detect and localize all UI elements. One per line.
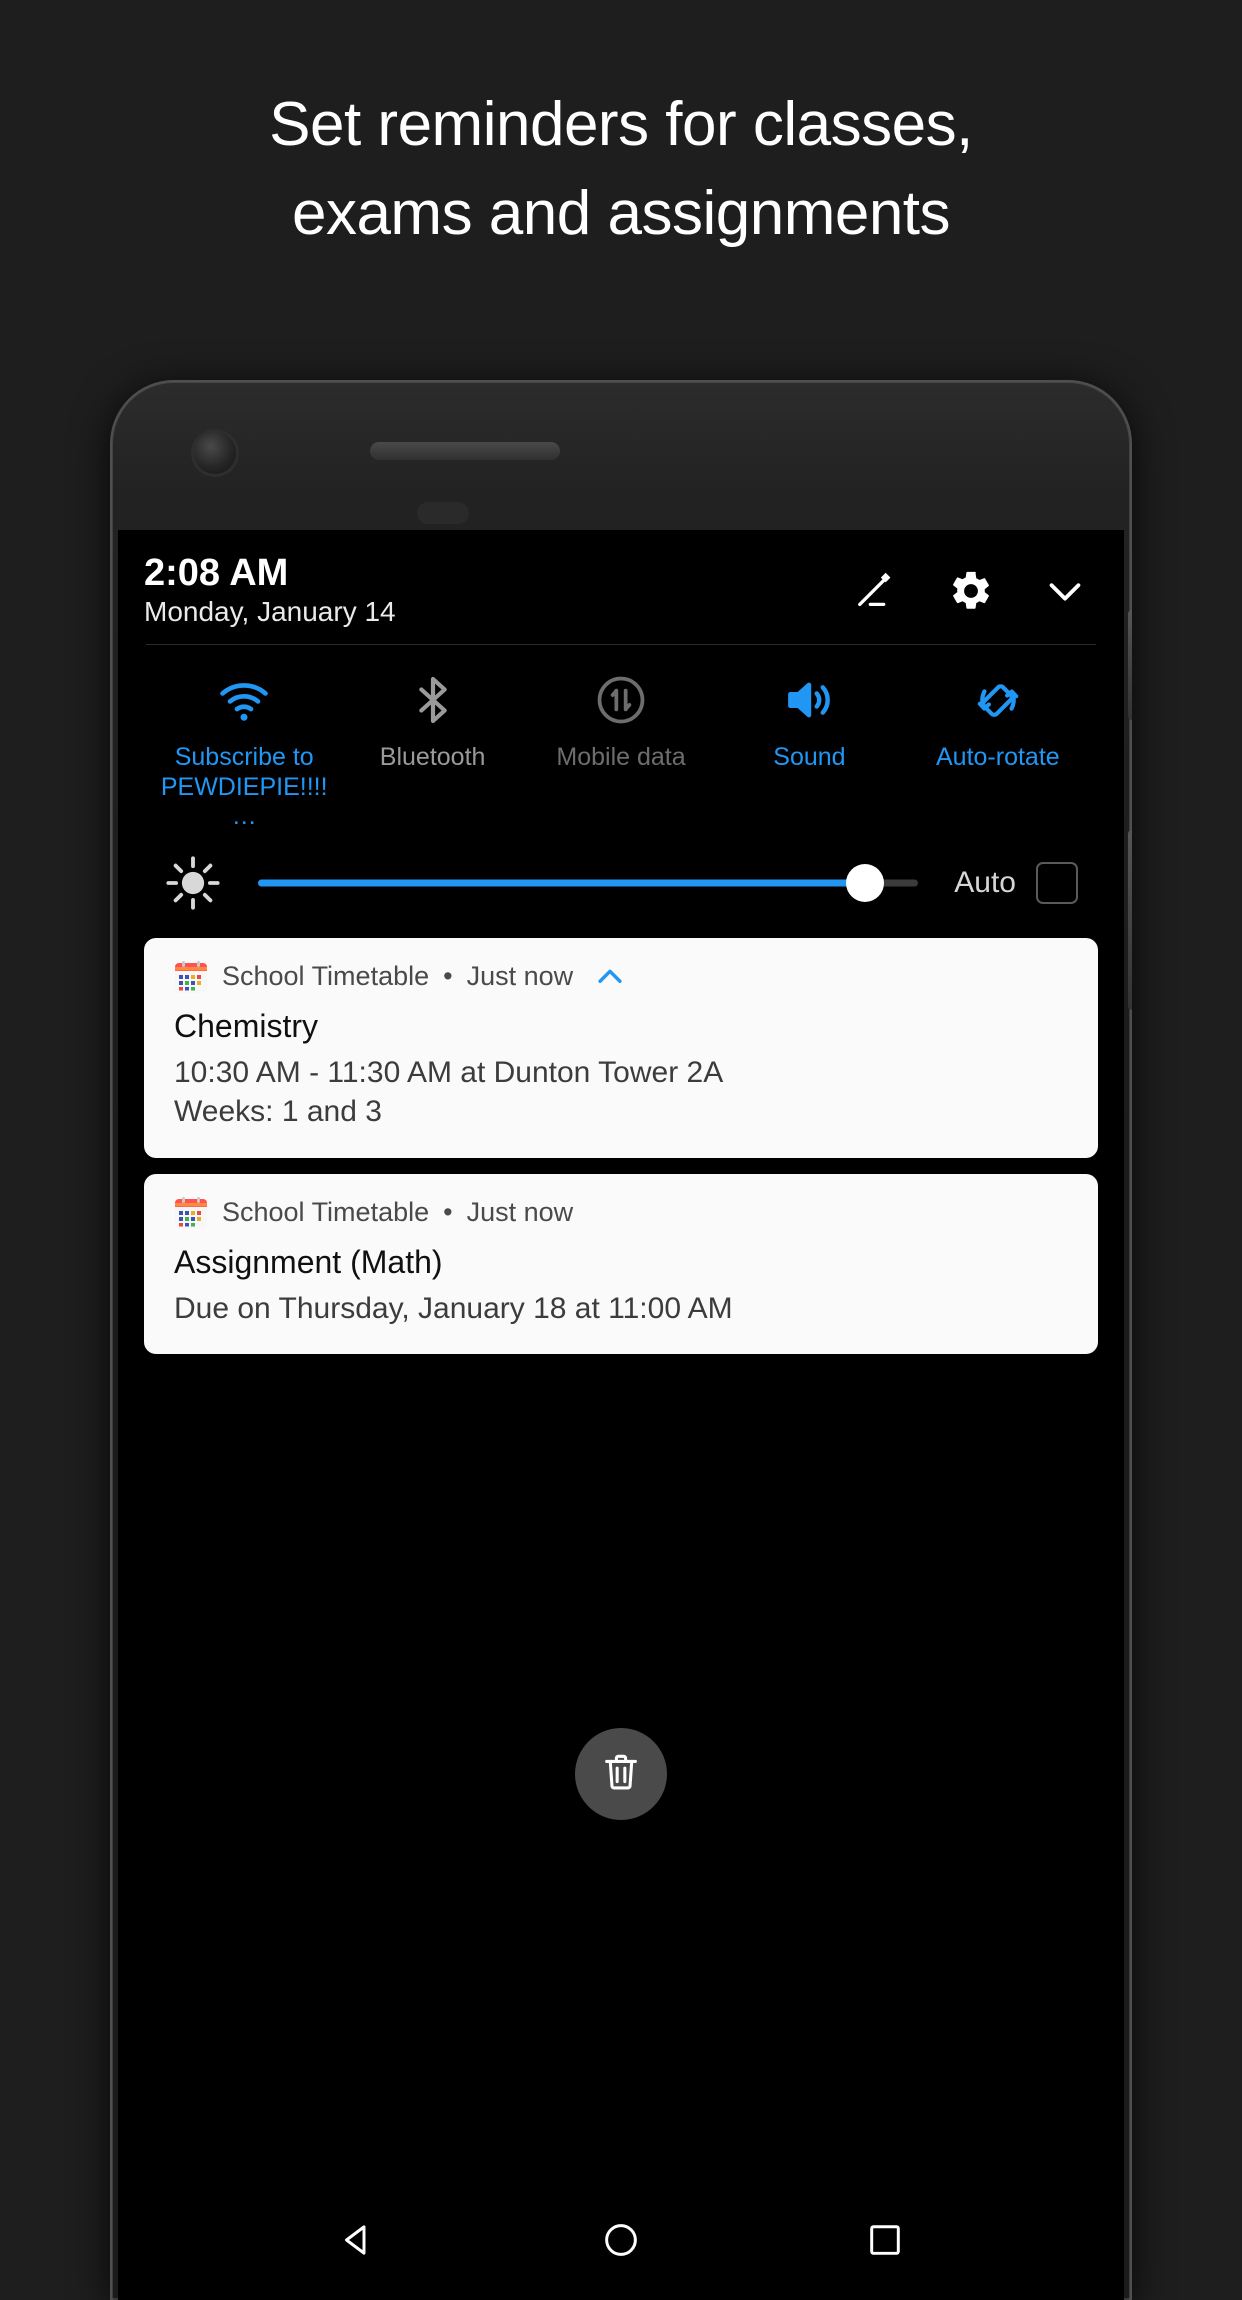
auto-brightness-checkbox[interactable] bbox=[1036, 861, 1078, 904]
clear-all-button[interactable] bbox=[575, 1728, 667, 1821]
notification-header: School Timetable • Just now bbox=[174, 1196, 1068, 1230]
qs-tile-sound[interactable]: Sound bbox=[715, 671, 903, 773]
notification-card[interactable]: School Timetable • Just now Assignment (… bbox=[144, 1173, 1098, 1355]
notification-header: School Timetable • Just now bbox=[174, 960, 1068, 994]
home-circle-icon[interactable] bbox=[598, 2217, 644, 2263]
slider-fill bbox=[258, 879, 866, 886]
qs-label-mobile-data: Mobile data bbox=[556, 743, 686, 771]
mobile-data-icon bbox=[592, 671, 650, 729]
qs-label-bluetooth: Bluetooth bbox=[379, 743, 486, 771]
trash-icon bbox=[598, 1749, 644, 1800]
phone-screen: 2:08 AM Monday, January 14 Subscribe to … bbox=[118, 530, 1124, 2300]
shade-header-icons bbox=[854, 554, 1098, 614]
front-camera-icon bbox=[194, 432, 236, 474]
auto-brightness-label: Auto bbox=[954, 865, 1016, 899]
power-button[interactable] bbox=[1128, 610, 1132, 720]
back-triangle-icon[interactable] bbox=[334, 2217, 380, 2263]
quick-settings-tiles: Subscribe to PEWDIEPIE!!!!… Bluetooth Mo… bbox=[144, 645, 1098, 840]
earpiece-speaker bbox=[370, 442, 560, 460]
brightness-sun-icon bbox=[164, 854, 222, 912]
notification-line: Weeks: 1 and 3 bbox=[174, 1095, 382, 1129]
shade-header: 2:08 AM Monday, January 14 bbox=[144, 530, 1098, 644]
slider-thumb[interactable] bbox=[846, 863, 885, 902]
headline-line-2: exams and assignments bbox=[291, 179, 951, 248]
clock-block: 2:08 AM Monday, January 14 bbox=[144, 554, 396, 626]
chevron-down-icon[interactable] bbox=[1042, 568, 1088, 614]
notification-app-name: School Timetable bbox=[222, 1197, 430, 1228]
recents-square-icon[interactable] bbox=[862, 2217, 908, 2263]
qs-label-sound: Sound bbox=[773, 743, 846, 771]
brightness-row: Auto bbox=[144, 840, 1098, 938]
bluetooth-icon bbox=[404, 671, 462, 729]
promo-headline: Set reminders for classes, exams and ass… bbox=[0, 0, 1242, 340]
auto-rotate-icon bbox=[969, 671, 1027, 729]
notification-shade: 2:08 AM Monday, January 14 Subscribe to … bbox=[118, 530, 1124, 938]
navigation-bar bbox=[118, 2180, 1124, 2300]
edit-icon[interactable] bbox=[854, 568, 900, 614]
clock-time: 2:08 AM bbox=[144, 552, 289, 594]
volume-button[interactable] bbox=[1128, 830, 1132, 1010]
notification-separator: • bbox=[443, 1197, 453, 1228]
qs-tile-mobile-data[interactable]: Mobile data bbox=[527, 671, 715, 773]
notification-separator: • bbox=[443, 961, 453, 991]
qs-tile-bluetooth[interactable]: Bluetooth bbox=[338, 671, 526, 773]
qs-tile-auto-rotate[interactable]: Auto-rotate bbox=[904, 671, 1092, 773]
qs-label-auto-rotate: Auto-rotate bbox=[935, 743, 1060, 771]
notification-time: Just now bbox=[466, 1197, 574, 1228]
qs-label-wifi: Subscribe to PEWDIEPIE!!!!… bbox=[160, 743, 328, 830]
calendar-icon bbox=[174, 1196, 208, 1230]
wifi-icon bbox=[215, 671, 273, 729]
phone-mockup: 2:08 AM Monday, January 14 Subscribe to … bbox=[110, 380, 1132, 2300]
notification-line: Due on Thursday, January 18 at 11:00 AM bbox=[174, 1291, 733, 1325]
notification-card[interactable]: School Timetable • Just now Chemistry 10… bbox=[144, 937, 1098, 1158]
headline-line-1: Set reminders for classes, bbox=[269, 90, 973, 160]
notification-line: 10:30 AM - 11:30 AM at Dunton Tower 2A bbox=[174, 1055, 724, 1089]
chevron-up-icon[interactable] bbox=[593, 960, 627, 994]
calendar-icon bbox=[174, 960, 208, 994]
clock-date: Monday, January 14 bbox=[144, 596, 396, 627]
gear-icon[interactable] bbox=[948, 568, 994, 614]
notification-title: Assignment (Math) bbox=[174, 1243, 443, 1280]
notification-list: School Timetable • Just now Chemistry 10… bbox=[118, 937, 1124, 1355]
brightness-slider[interactable] bbox=[258, 863, 919, 903]
qs-tile-wifi[interactable]: Subscribe to PEWDIEPIE!!!!… bbox=[150, 671, 338, 832]
sound-icon bbox=[780, 671, 838, 729]
proximity-sensor bbox=[417, 502, 469, 524]
notification-title: Chemistry bbox=[174, 1007, 319, 1044]
notification-app-name: School Timetable bbox=[222, 961, 430, 991]
notification-time: Just now bbox=[466, 961, 574, 991]
clear-all-wrap bbox=[118, 1728, 1124, 1821]
